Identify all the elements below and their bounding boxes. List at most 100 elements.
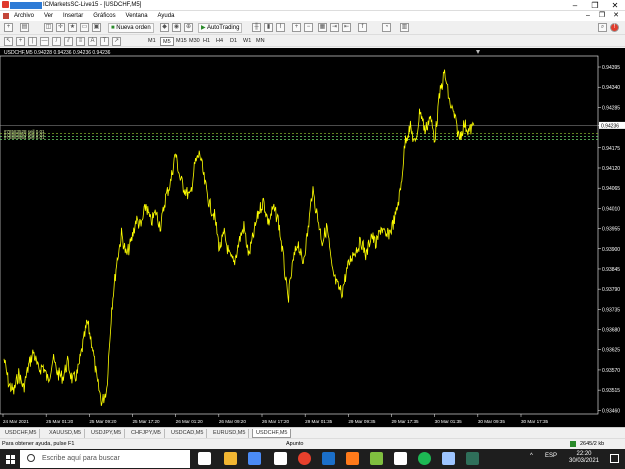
- menu-insertar[interactable]: Insertar: [59, 11, 87, 21]
- auto-scroll-icon[interactable]: ⇥: [330, 23, 339, 32]
- timeframe-m30[interactable]: M30: [187, 37, 202, 46]
- x-tick-label: 26 Mar 01:20: [176, 419, 204, 424]
- minimize-button[interactable]: –: [565, 0, 585, 11]
- y-tick-label: 0.93900: [602, 247, 620, 253]
- candlestick-icon[interactable]: ▮: [264, 23, 273, 32]
- action-center-icon[interactable]: [610, 454, 619, 463]
- close-button[interactable]: ✕: [605, 0, 625, 11]
- taskbar-search-input[interactable]: Escribe aquí para buscar: [20, 450, 190, 468]
- firefox-icon[interactable]: [346, 452, 359, 465]
- app-green-icon[interactable]: [370, 452, 383, 465]
- signals-icon[interactable]: ⊕: [184, 23, 193, 32]
- line-chart-icon[interactable]: ⌇: [276, 23, 285, 32]
- task-view-icon[interactable]: [198, 452, 211, 465]
- tab-usdcad-m5[interactable]: USDCAD,M5: [168, 429, 208, 438]
- x-tick-label: 25 Mar 09:20: [89, 419, 117, 424]
- tile-windows-icon[interactable]: ▦: [318, 23, 327, 32]
- text-tool-icon[interactable]: A: [88, 37, 97, 46]
- crosshair-icon[interactable]: +: [16, 37, 25, 46]
- menu-archivo[interactable]: Archivo: [10, 11, 38, 21]
- timeframe-w1[interactable]: W1: [241, 37, 253, 46]
- trendline-icon[interactable]: /: [52, 37, 61, 46]
- metaeditor-icon[interactable]: ◆: [160, 23, 169, 32]
- y-tick-label: 0.94175: [602, 146, 620, 152]
- strategy-tester-icon[interactable]: ▣: [92, 23, 101, 32]
- templates-icon[interactable]: ▥: [400, 23, 409, 32]
- metatrader-icon: [2, 1, 9, 8]
- mdi-close-button[interactable]: ✕: [610, 11, 622, 21]
- data-window-icon[interactable]: ✛: [56, 23, 65, 32]
- tray-chevron-icon[interactable]: ^: [530, 453, 533, 459]
- y-tick-label: 0.93460: [602, 408, 620, 414]
- app-white-icon[interactable]: [394, 452, 407, 465]
- vertical-line-icon[interactable]: |: [28, 37, 37, 46]
- clock-time: 22:20: [576, 451, 592, 457]
- mail-icon[interactable]: [248, 452, 261, 465]
- timeframe-d1[interactable]: D1: [228, 37, 239, 46]
- store-icon[interactable]: [274, 452, 287, 465]
- opera-icon[interactable]: [298, 452, 311, 465]
- edge-icon[interactable]: [322, 452, 335, 465]
- zoom-in-icon[interactable]: +: [292, 23, 301, 32]
- price-chart[interactable]: 0.94395 0.94340 0.94285 0.94236 0.94175 0.941…: [0, 48, 625, 427]
- navigator-icon[interactable]: ★: [68, 23, 77, 32]
- bar-chart-icon[interactable]: ╫: [252, 23, 261, 32]
- mdi-restore-button[interactable]: ❐: [596, 11, 608, 21]
- menu-ver[interactable]: Ver: [40, 11, 57, 21]
- chart-tabs: USDCHF,M5 XAUUSD,M5 USDJPY,M5 CHFJPY,M5 …: [0, 427, 625, 438]
- y-tick-label: 0.94010: [602, 206, 620, 212]
- y-tick-label: 0.93735: [602, 307, 620, 313]
- language-indicator[interactable]: ESP: [545, 453, 557, 459]
- tab-eurusd-m5[interactable]: EURUSD,M5: [210, 429, 250, 438]
- timeframe-h1[interactable]: H1: [201, 37, 212, 46]
- maximize-button[interactable]: ❐: [585, 0, 605, 11]
- tab-usdjpy-m5[interactable]: USDJPY,M5: [88, 429, 126, 438]
- mdi-minimize-button[interactable]: –: [582, 11, 594, 21]
- cursor-icon[interactable]: ↖: [4, 37, 13, 46]
- timeframe-m1[interactable]: M1: [146, 37, 158, 46]
- market-icon[interactable]: ◉: [172, 23, 181, 32]
- new-chart-icon[interactable]: +: [4, 23, 13, 32]
- arrows-icon[interactable]: ↗: [112, 37, 121, 46]
- tools-toolbar: ↖ + | — / ⫽ ≡ A T ↗ M1 M5 M15 M30 H1 H4 …: [0, 35, 625, 47]
- tab-usdchf-m5-active[interactable]: USDCHF,M5: [252, 429, 292, 438]
- zoom-out-icon[interactable]: −: [304, 23, 313, 32]
- standard-toolbar: + ▤ ◫ ✛ ★ ▭ ▣ ■ Nueva orden ◆ ◉ ⊕ ▶ Auto…: [0, 21, 625, 35]
- menu-ventana[interactable]: Ventana: [122, 11, 152, 21]
- photos-icon[interactable]: [442, 452, 455, 465]
- fibonacci-icon[interactable]: ≡: [76, 37, 85, 46]
- indicators-icon[interactable]: f: [358, 23, 367, 32]
- metatrader-taskbar-icon[interactable]: [466, 452, 479, 465]
- autotrading-button[interactable]: ▶ AutoTrading: [198, 23, 243, 33]
- taskbar-clock[interactable]: 22:20 30/03/2021: [562, 451, 606, 465]
- timeframe-h4[interactable]: H4: [214, 37, 225, 46]
- x-tick-label: 29 Mar 01:35: [305, 419, 333, 424]
- windows-start-button[interactable]: [0, 449, 20, 469]
- status-help-text: Para obtener ayuda, pulse F1: [2, 441, 75, 447]
- tab-usdchf-m5[interactable]: USDCHF,M5: [2, 429, 41, 438]
- tab-xauusd-m5[interactable]: XAUUSD,M5: [46, 429, 86, 438]
- new-order-button[interactable]: ■ Nueva orden: [108, 23, 154, 33]
- account-number-redacted: [10, 2, 42, 9]
- terminal-icon[interactable]: ▭: [80, 23, 89, 32]
- clock-date: 30/03/2021: [568, 458, 600, 464]
- chart-shift-marker[interactable]: [476, 50, 480, 54]
- menu-ayuda[interactable]: Ayuda: [154, 11, 179, 21]
- tab-chfjpy-m5[interactable]: CHFJPY,M5: [128, 429, 165, 438]
- notifications-icon[interactable]: !: [610, 23, 619, 32]
- profiles-icon[interactable]: ▤: [20, 23, 29, 32]
- periods-icon[interactable]: ◔: [382, 23, 391, 32]
- chart-plot[interactable]: 0.94395 0.94340 0.94285 0.94236 0.94175 0.941…: [0, 48, 625, 427]
- search-icon[interactable]: ⌕: [598, 23, 607, 32]
- chart-shift-icon[interactable]: ⇤: [342, 23, 351, 32]
- label-tool-icon[interactable]: T: [100, 37, 109, 46]
- timeframe-mn[interactable]: MN: [254, 37, 267, 46]
- spotify-icon[interactable]: [418, 452, 431, 465]
- menu-graficos[interactable]: Gráficos: [89, 11, 119, 21]
- timeframe-m5[interactable]: M5: [160, 37, 174, 46]
- file-explorer-icon[interactable]: [224, 452, 237, 465]
- channel-icon[interactable]: ⫽: [64, 37, 73, 46]
- market-watch-icon[interactable]: ◫: [44, 23, 53, 32]
- y-tick-label: 0.93790: [602, 287, 620, 293]
- horizontal-line-icon[interactable]: —: [40, 37, 49, 46]
